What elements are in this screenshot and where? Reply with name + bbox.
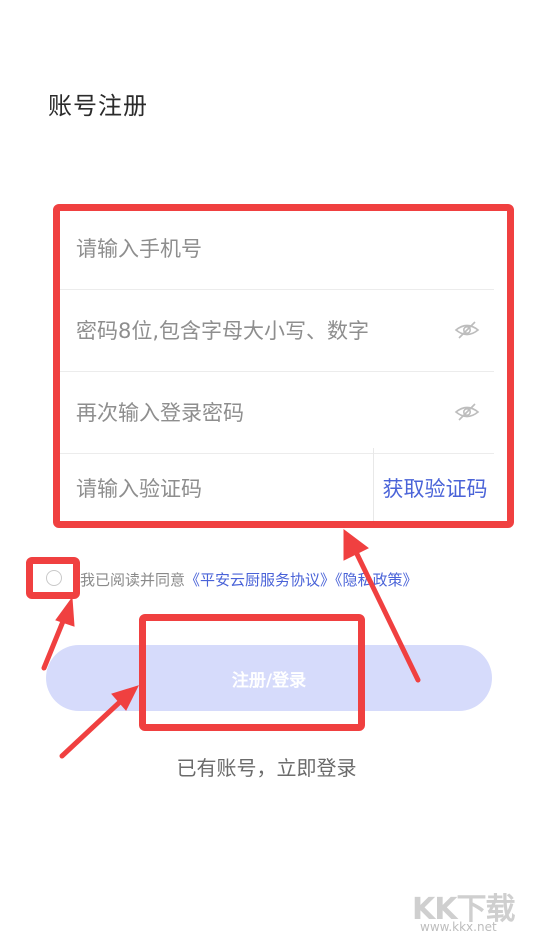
annotation-arrows bbox=[41, 529, 421, 759]
watermark-url: www.kkx.net bbox=[420, 920, 497, 934]
watermark: KK下载 www.kkx.net bbox=[412, 884, 522, 934]
